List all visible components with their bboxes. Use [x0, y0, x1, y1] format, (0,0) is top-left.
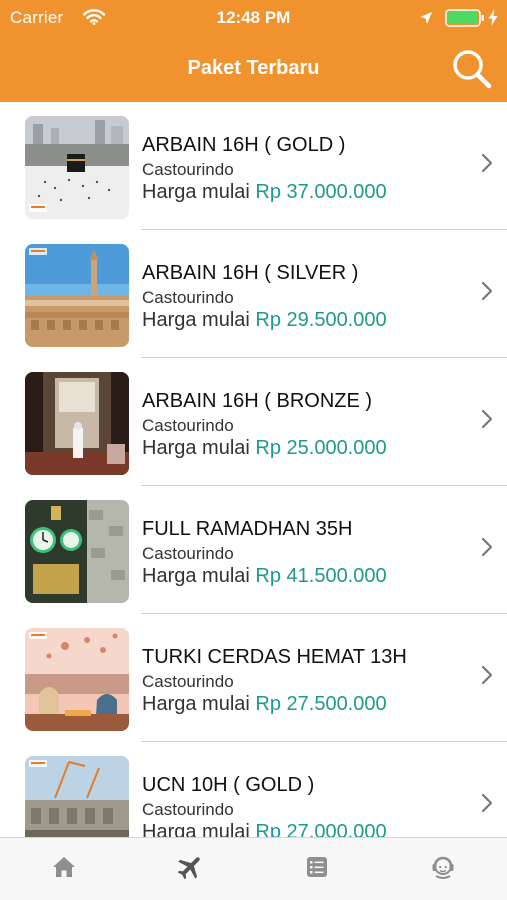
status-bar: Carrier 12:48 PM	[0, 0, 507, 36]
package-agent: Castourindo	[142, 416, 234, 435]
tab-list[interactable]	[302, 852, 332, 882]
package-thumbnail	[25, 372, 129, 475]
package-row-arbain-gold[interactable]: ARBAIN 16H ( GOLD ) Castourindo Harga mu…	[0, 102, 507, 230]
tab-support[interactable]	[428, 852, 458, 882]
price-prefix: Harga mulai	[142, 693, 250, 715]
tab-packages[interactable]	[175, 852, 205, 882]
package-price: Rp 41.500.000	[255, 565, 387, 587]
package-price: Rp 25.000.000	[255, 437, 387, 459]
package-price-line: Harga mulai Rp 29.500.000	[142, 309, 387, 332]
price-prefix: Harga mulai	[142, 181, 250, 203]
chevron-right-icon	[481, 281, 493, 301]
battery-icon	[445, 9, 485, 32]
package-thumbnail	[25, 116, 129, 219]
package-row-turki[interactable]: TURKI CERDAS HEMAT 13H Castourindo Harga…	[0, 614, 507, 742]
chevron-right-icon	[481, 665, 493, 685]
package-thumbnail	[25, 500, 129, 603]
tab-home[interactable]	[49, 852, 79, 882]
price-prefix: Harga mulai	[142, 565, 250, 587]
package-price-line: Harga mulai Rp 27.500.000	[142, 693, 387, 716]
package-agent: Castourindo	[142, 288, 234, 307]
tab-bar	[0, 837, 507, 900]
package-row-arbain-bronze[interactable]: ARBAIN 16H ( BRONZE ) Castourindo Harga …	[0, 358, 507, 486]
price-prefix: Harga mulai	[142, 821, 250, 837]
location-arrow-icon	[419, 10, 433, 30]
package-thumbnail	[25, 244, 129, 347]
airplane-icon	[177, 857, 200, 880]
package-title: TURKI CERDAS HEMAT 13H	[142, 646, 407, 668]
package-price-line: Harga mulai Rp 25.000.000	[142, 437, 387, 460]
package-row-arbain-silver[interactable]: ARBAIN 16H ( SILVER ) Castourindo Harga …	[0, 230, 507, 358]
package-list: ARBAIN 16H ( GOLD ) Castourindo Harga mu…	[0, 102, 507, 837]
chevron-right-icon	[481, 793, 493, 813]
home-icon	[53, 857, 75, 877]
search-button[interactable]	[450, 47, 494, 91]
package-row-full-ramadhan[interactable]: FULL RAMADHAN 35H Castourindo Harga mula…	[0, 486, 507, 614]
package-price-line: Harga mulai Rp 27.000.000	[142, 821, 387, 837]
package-price: Rp 27.500.000	[255, 693, 387, 715]
package-agent: Castourindo	[142, 800, 234, 819]
package-price: Rp 37.000.000	[255, 181, 387, 203]
package-thumbnail	[25, 628, 129, 731]
package-price-line: Harga mulai Rp 41.500.000	[142, 565, 387, 588]
package-title: UCN 10H ( GOLD )	[142, 774, 315, 796]
chevron-right-icon	[481, 153, 493, 173]
package-row-ucn-gold[interactable]: UCN 10H ( GOLD ) Castourindo Harga mulai…	[0, 742, 507, 837]
package-agent: Castourindo	[142, 160, 234, 179]
price-prefix: Harga mulai	[142, 309, 250, 331]
list-icon	[307, 857, 327, 877]
package-agent: Castourindo	[142, 672, 234, 691]
page-title: Paket Terbaru	[187, 57, 320, 79]
package-title: ARBAIN 16H ( BRONZE )	[142, 390, 373, 412]
search-icon	[453, 50, 492, 89]
support-agent-icon	[432, 856, 454, 879]
package-price: Rp 29.500.000	[255, 309, 387, 331]
package-agent: Castourindo	[142, 544, 234, 563]
package-price-line: Harga mulai Rp 37.000.000	[142, 181, 387, 204]
package-thumbnail	[25, 756, 129, 837]
chevron-right-icon	[481, 409, 493, 429]
price-prefix: Harga mulai	[142, 437, 250, 459]
charging-bolt-icon	[488, 9, 498, 31]
package-title: ARBAIN 16H ( SILVER )	[142, 262, 359, 284]
package-price: Rp 27.000.000	[255, 821, 387, 837]
chevron-right-icon	[481, 537, 493, 557]
app-header: Carrier 12:48 PM Paket Terbaru	[0, 0, 507, 102]
package-title: ARBAIN 16H ( GOLD )	[142, 134, 346, 156]
package-title: FULL RAMADHAN 35H	[142, 518, 353, 540]
